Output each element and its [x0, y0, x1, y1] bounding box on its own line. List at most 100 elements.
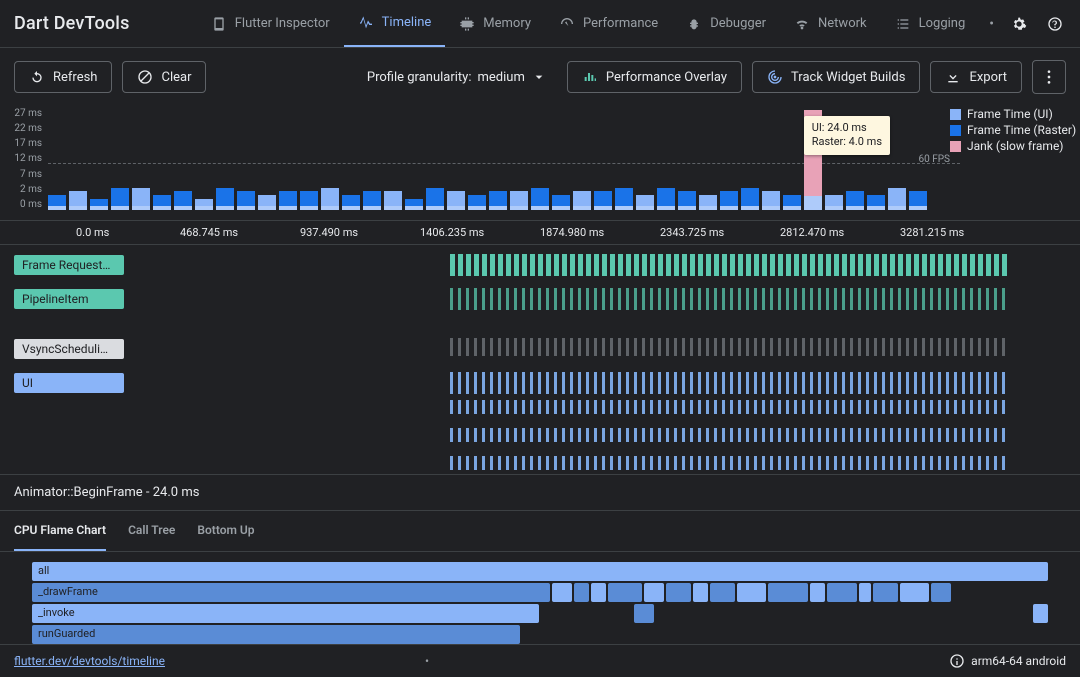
button-label: Performance Overlay — [606, 70, 727, 85]
flame-frame[interactable] — [666, 583, 691, 602]
y-axis: 27 ms 22 ms 17 ms 12 ms 7 ms 2 ms 0 ms — [0, 106, 48, 220]
track-frame-request[interactable]: Frame Request… — [0, 251, 1080, 279]
track-sub — [0, 425, 1080, 453]
tab-cpu-flame-chart[interactable]: CPU Flame Chart — [14, 511, 106, 551]
track-ui[interactable]: UI — [0, 369, 1080, 397]
flame-frame[interactable]: runGuarded — [32, 625, 520, 644]
flame-frame[interactable] — [634, 604, 654, 623]
cpu-flame-chart[interactable]: all _drawFrame _invoke runGu — [0, 552, 1080, 644]
button-label: Refresh — [53, 70, 97, 85]
performance-overlay-button[interactable]: Performance Overlay — [567, 61, 742, 93]
track-label: VsyncScheduli… — [14, 339, 124, 359]
memory-icon — [459, 16, 475, 32]
tooltip-ui: UI: 24.0 ms — [812, 121, 882, 135]
flame-frame[interactable] — [710, 583, 735, 602]
flame-frame[interactable] — [810, 583, 825, 602]
nav-network[interactable]: Network — [780, 0, 881, 47]
speedometer-icon — [559, 16, 575, 32]
docs-link[interactable]: flutter.dev/devtools/timeline — [14, 654, 165, 668]
track-events — [450, 400, 1066, 422]
more-vert-icon — [1041, 69, 1057, 85]
swatch — [950, 141, 961, 152]
ruler-tick: 468.745 ms — [180, 226, 238, 239]
refresh-icon — [29, 69, 45, 85]
track-events — [450, 456, 1066, 475]
track-events — [450, 428, 1066, 450]
legend: Frame Time (UI) Frame Time (Raster) Jank… — [950, 106, 1080, 154]
flame-frame[interactable] — [737, 583, 767, 602]
export-button[interactable]: Export — [930, 61, 1022, 93]
ruler-tick: 1406.235 ms — [420, 226, 484, 239]
event-tracks[interactable]: Frame Request… PipelineItem VsyncSchedul… — [0, 245, 1080, 475]
ruler-tick: 937.490 ms — [300, 226, 358, 239]
track-events — [450, 338, 1066, 360]
help-button[interactable] — [1044, 13, 1066, 35]
bar-chart-icon — [582, 69, 598, 85]
track-vsync[interactable]: VsyncScheduli… — [0, 335, 1080, 363]
nav-label: Flutter Inspector — [235, 16, 330, 31]
flame-frame[interactable]: _drawFrame — [32, 583, 550, 602]
settings-button[interactable] — [1008, 13, 1030, 35]
track-changes-icon — [767, 69, 783, 85]
block-icon — [137, 69, 153, 85]
flame-frame[interactable]: all — [32, 562, 1048, 581]
status-bar: flutter.dev/devtools/timeline • arm64-64… — [0, 644, 1080, 677]
nav-label: Logging — [919, 16, 966, 31]
flame-frame[interactable] — [931, 583, 951, 602]
button-label: Clear — [161, 70, 191, 85]
flame-frame[interactable] — [591, 583, 606, 602]
nav-flutter-inspector[interactable]: Flutter Inspector — [197, 0, 344, 47]
track-pipeline-item[interactable]: PipelineItem — [0, 285, 1080, 313]
wifi-icon — [794, 16, 810, 32]
nav-timeline[interactable]: Timeline — [344, 0, 446, 47]
y-tick: 22 ms — [0, 123, 42, 134]
nav-debugger[interactable]: Debugger — [672, 0, 780, 47]
y-tick: 2 ms — [0, 184, 42, 195]
flame-row: _drawFrame — [32, 583, 1048, 602]
track-events — [450, 288, 1066, 310]
nav-performance[interactable]: Performance — [545, 0, 672, 47]
flame-frame[interactable] — [693, 583, 708, 602]
help-icon — [1047, 16, 1063, 32]
flame-frame[interactable] — [574, 583, 589, 602]
tab-call-tree[interactable]: Call Tree — [128, 511, 175, 551]
frame-time-chart[interactable]: 27 ms 22 ms 17 ms 12 ms 7 ms 2 ms 0 ms 6… — [0, 106, 1080, 221]
button-label: Export — [969, 70, 1007, 85]
granularity-select[interactable]: Profile granularity: medium — [357, 63, 557, 91]
track-widget-builds-button[interactable]: Track Widget Builds — [752, 61, 920, 93]
track-sub — [0, 453, 1080, 475]
track-label: PipelineItem — [14, 289, 124, 309]
flame-frame[interactable] — [900, 583, 930, 602]
swatch — [950, 125, 961, 136]
legend-label: Frame Time (Raster) — [967, 123, 1076, 137]
nav-logging[interactable]: Logging — [881, 0, 980, 47]
header-actions: • — [989, 13, 1066, 35]
nav-memory[interactable]: Memory — [445, 0, 545, 47]
flame-frame[interactable] — [768, 583, 808, 602]
clear-button[interactable]: Clear — [122, 61, 206, 93]
platform-info: arm64-64 android — [949, 653, 1066, 669]
flame-frame[interactable] — [608, 583, 643, 602]
legend-jank: Jank (slow frame) — [950, 138, 1080, 154]
tooltip-raster: Raster: 4.0 ms — [812, 135, 882, 149]
bug-icon — [686, 16, 702, 32]
refresh-button[interactable]: Refresh — [14, 61, 112, 93]
footer-indicator: • — [425, 654, 429, 668]
nav-label: Memory — [483, 16, 531, 31]
platform-label: arm64-64 android — [971, 654, 1066, 668]
flame-frame[interactable]: _invoke — [32, 604, 539, 623]
info-icon — [949, 653, 965, 669]
tab-bottom-up[interactable]: Bottom Up — [197, 511, 254, 551]
time-ruler[interactable]: 0.0 ms 468.745 ms 937.490 ms 1406.235 ms… — [0, 221, 1080, 245]
flame-frame[interactable] — [827, 583, 857, 602]
flame-frame[interactable] — [1033, 604, 1048, 623]
chevron-down-icon — [531, 69, 547, 85]
flame-frame[interactable] — [859, 583, 871, 602]
flame-frame[interactable] — [644, 583, 664, 602]
flame-frame[interactable] — [552, 583, 572, 602]
flame-frame[interactable] — [873, 583, 898, 602]
app-header: Dart DevTools Flutter Inspector Timeline… — [0, 0, 1080, 48]
overflow-menu-button[interactable] — [1032, 60, 1066, 94]
legend-label: Jank (slow frame) — [967, 139, 1064, 153]
ruler-tick: 2812.470 ms — [780, 226, 844, 239]
